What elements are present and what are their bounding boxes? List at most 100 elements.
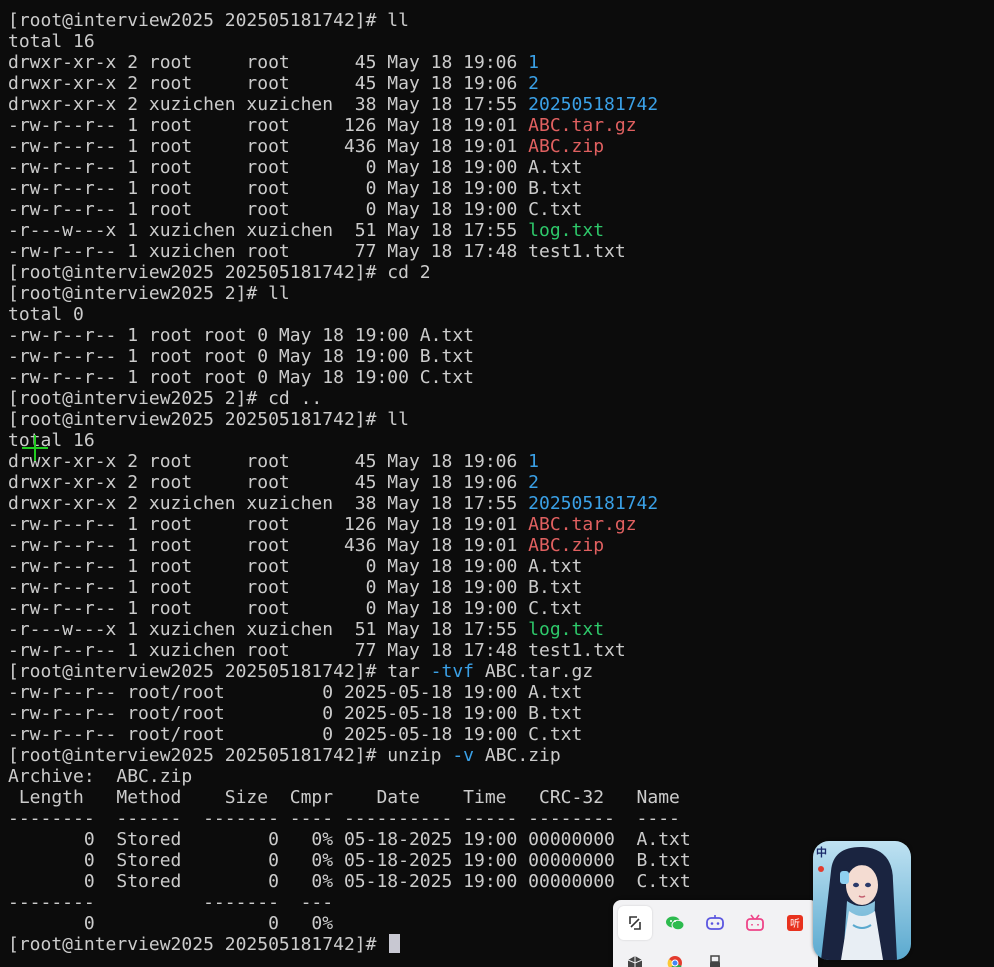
terminal-text: -------- ------- --- ------- — [8, 892, 713, 913]
terminal-prompt-line[interactable]: [root@interview2025 202505181742]# — [8, 934, 712, 955]
terminal-line: total 16 — [8, 31, 712, 52]
terminal-line: -rw-r--r-- 1 root root 0 May 18 19:00 B.… — [8, 346, 712, 367]
avatar-illustration — [813, 841, 911, 960]
terminal-line: -rw-r--r-- 1 root root 436 May 18 19:01 … — [8, 535, 712, 556]
tv-icon[interactable] — [738, 906, 772, 940]
terminal-text: 0 Stored 0 0% 05-18-2025 19:00 00000000 … — [8, 829, 691, 850]
terminal-line: -rw-r--r-- root/root 0 2025-05-18 19:00 … — [8, 682, 712, 703]
terminal-line: -rw-r--r-- 1 root root 0 May 18 19:00 A.… — [8, 556, 712, 577]
terminal-line: Length Method Size Cmpr Date Time CRC-32… — [8, 787, 712, 808]
terminal-text: -v — [452, 745, 475, 766]
terminal-text: 202505181742 — [528, 94, 659, 115]
terminal-text: [root@interview2025 2]# cd .. — [8, 388, 323, 409]
terminal-text: -rw-r--r-- 1 xuzichen root 77 May 18 17:… — [8, 640, 626, 661]
terminal-text: [root@interview2025 202505181742]# unzip — [8, 745, 453, 766]
terminal-line: total 16 — [8, 430, 712, 451]
text-cursor — [389, 934, 401, 953]
terminal-text: log.txt — [528, 220, 605, 241]
cube-icon[interactable] — [618, 946, 652, 967]
terminal-line: -rw-r--r-- 1 root root 126 May 18 19:01 … — [8, 514, 712, 535]
terminal-text: 0 0 0% 3 files — [8, 913, 713, 934]
terminal-line: -rw-r--r-- 1 root root 126 May 18 19:01 … — [8, 115, 712, 136]
terminal-line: [root@interview2025 202505181742]# cd 2 — [8, 262, 712, 283]
terminal-text: -rw-r--r-- 1 root root 0 May 18 19:00 C.… — [8, 598, 583, 619]
terminal-line: drwxr-xr-x 2 root root 45 May 18 19:06 1 — [8, 52, 712, 73]
terminal-text: drwxr-xr-x 2 root root 45 May 18 19:06 — [8, 52, 529, 73]
terminal-text: -rw-r--r-- 1 root root 0 May 18 19:00 C.… — [8, 367, 474, 388]
terminal-text: ABC.zip — [528, 535, 605, 556]
terminal-text: -rw-r--r-- 1 root root 0 May 18 19:00 A.… — [8, 157, 583, 178]
assistant-avatar[interactable]: 中 — [813, 841, 911, 960]
terminal-line: -rw-r--r-- 1 root root 0 May 18 19:00 B.… — [8, 577, 712, 598]
terminal-output: [root@interview2025 202505181742]# ll tot… — [8, 10, 712, 955]
terminal-line: [root@interview2025 202505181742]# ll — [8, 409, 712, 430]
terminal-text: -rw-r--r-- 1 root root 0 May 18 19:00 A.… — [8, 325, 474, 346]
terminal-line: drwxr-xr-x 2 root root 45 May 18 19:06 2 — [8, 73, 712, 94]
terminal-line: total 0 — [8, 304, 712, 325]
terminal-text: -rw-r--r-- root/root 0 2025-05-18 19:00 … — [8, 703, 583, 724]
terminal-line: [root@interview2025 202505181742]# unzip… — [8, 745, 712, 766]
terminal-text: drwxr-xr-x 2 xuzichen xuzichen 38 May 18… — [8, 94, 529, 115]
terminal-text: -tvf — [430, 661, 474, 682]
ime-language-badge: 中 — [816, 846, 827, 859]
terminal-text: 0 Stored 0 0% 05-18-2025 19:00 00000000 … — [8, 871, 691, 892]
terminal-text: -rw-r--r-- 1 root root 0 May 18 19:00 A.… — [8, 556, 583, 577]
chrome-icon[interactable] — [658, 946, 692, 967]
terminal-line: Archive: ABC.zip — [8, 766, 712, 787]
terminal-line: drwxr-xr-x 2 xuzichen xuzichen 38 May 18… — [8, 94, 712, 115]
terminal-line: -rw-r--r-- root/root 0 2025-05-18 19:00 … — [8, 703, 712, 724]
terminal-text: -rw-r--r-- 1 root root 436 May 18 19:01 — [8, 535, 529, 556]
terminal-text: -------- ------ ------- ---- ---------- … — [8, 808, 680, 829]
terminal-line: -rw-r--r-- 1 xuzichen root 77 May 18 17:… — [8, 640, 712, 661]
terminal-text: Length Method Size Cmpr Date Time CRC-32… — [8, 787, 680, 808]
terminal-window[interactable]: [root@interview2025 202505181742]# ll tot… — [0, 0, 994, 967]
terminal-text: -rw-r--r-- 1 root root 0 May 18 19:00 B.… — [8, 346, 474, 367]
terminal-line: -r---w---x 1 xuzichen xuzichen 51 May 18… — [8, 220, 712, 241]
terminal-text: ABC.tar.gz — [528, 115, 637, 136]
terminal-text: drwxr-xr-x 2 root root 45 May 18 19:06 — [8, 73, 529, 94]
wechat-icon[interactable] — [658, 906, 692, 940]
svg-text:听: 听 — [790, 918, 800, 930]
terminal-prompt: [root@interview2025 202505181742]# — [8, 934, 388, 955]
terminal-text: -rw-r--r-- 1 root root 0 May 18 19:00 B.… — [8, 577, 583, 598]
robot-icon[interactable] — [698, 906, 732, 940]
terminal-text: total 0 — [8, 304, 84, 325]
terminal-text: -r---w---x 1 xuzichen xuzichen 51 May 18… — [8, 220, 529, 241]
terminal-text: 0 Stored 0 0% 05-18-2025 19:00 00000000 … — [8, 850, 691, 871]
terminal-line: -rw-r--r-- 1 root root 0 May 18 19:00 C.… — [8, 199, 712, 220]
terminal-line: -rw-r--r-- 1 xuzichen root 77 May 18 17:… — [8, 241, 712, 262]
ime-toolbar[interactable]: 听 — [613, 900, 818, 967]
terminal-text: drwxr-xr-x 2 xuzichen xuzichen 38 May 18… — [8, 493, 529, 514]
terminal-text: [root@interview2025 202505181742]# ll — [8, 10, 409, 31]
listen-icon[interactable]: 听 — [778, 906, 812, 940]
terminal-line: [root@interview2025 202505181742]# ll — [8, 10, 712, 31]
crosshair-cursor-icon — [22, 435, 48, 461]
terminal-text: -rw-r--r-- 1 root root 436 May 18 19:01 — [8, 136, 529, 157]
usb-icon[interactable] — [698, 946, 732, 967]
terminal-text: ABC.tar.gz — [528, 514, 637, 535]
terminal-line: [root@interview2025 202505181742]# tar -… — [8, 661, 712, 682]
terminal-text: [root@interview2025 202505181742]# tar — [8, 661, 431, 682]
terminal-text: -rw-r--r-- 1 root root 0 May 18 19:00 B.… — [8, 178, 583, 199]
terminal-text: log.txt — [528, 619, 605, 640]
terminal-text: [root@interview2025 202505181742]# ll — [8, 409, 409, 430]
drag-handle-icon[interactable] — [618, 906, 652, 940]
terminal-text: 1 — [528, 451, 540, 472]
terminal-text: 202505181742 — [528, 493, 659, 514]
terminal-line: -rw-r--r-- root/root 0 2025-05-18 19:00 … — [8, 724, 712, 745]
terminal-text: -rw-r--r-- 1 xuzichen root 77 May 18 17:… — [8, 241, 626, 262]
terminal-text: -rw-r--r-- 1 root root 126 May 18 19:01 — [8, 514, 529, 535]
terminal-line: 0 Stored 0 0% 05-18-2025 19:00 00000000 … — [8, 829, 712, 850]
terminal-line: -rw-r--r-- 1 root root 0 May 18 19:00 A.… — [8, 157, 712, 178]
terminal-text: [root@interview2025 2]# ll — [8, 283, 290, 304]
terminal-text: -rw-r--r-- 1 root root 0 May 18 19:00 C.… — [8, 199, 583, 220]
terminal-line: 0 Stored 0 0% 05-18-2025 19:00 00000000 … — [8, 871, 712, 892]
terminal-text: total 16 — [8, 430, 95, 451]
terminal-line: -rw-r--r-- 1 root root 0 May 18 19:00 B.… — [8, 178, 712, 199]
terminal-text: ABC.zip — [528, 136, 605, 157]
terminal-text: [root@interview2025 202505181742]# cd 2 — [8, 262, 431, 283]
terminal-line: [root@interview2025 2]# cd .. — [8, 388, 712, 409]
terminal-text: Archive: ABC.zip — [8, 766, 193, 787]
terminal-text: -rw-r--r-- root/root 0 2025-05-18 19:00 … — [8, 682, 583, 703]
terminal-text: -rw-r--r-- root/root 0 2025-05-18 19:00 … — [8, 724, 583, 745]
